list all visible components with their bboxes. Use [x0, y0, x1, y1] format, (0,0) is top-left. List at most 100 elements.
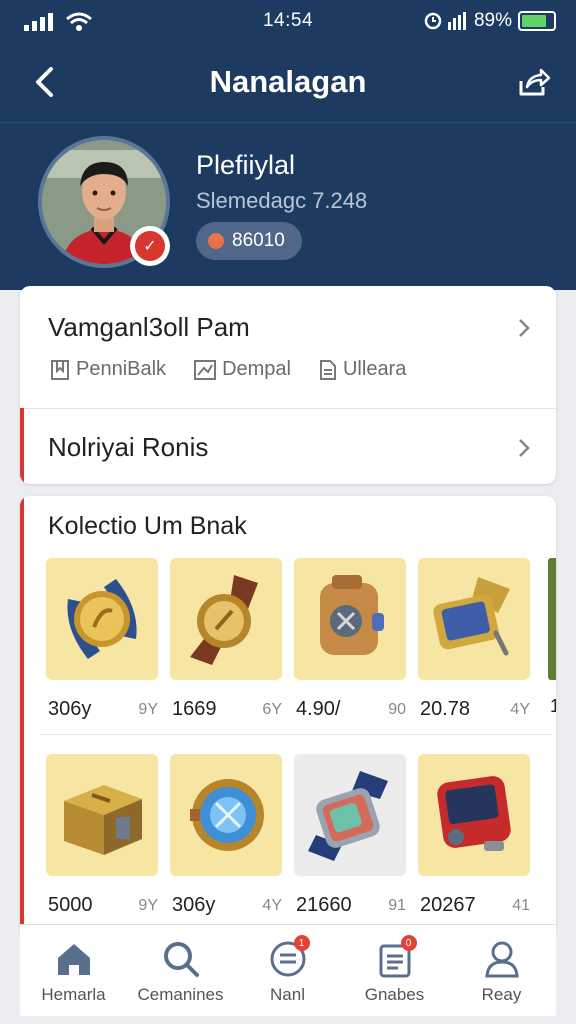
item-thumb — [294, 754, 406, 876]
collection-item[interactable]: 21660 91 — [294, 754, 406, 916]
clipboard-icon: 0 — [375, 935, 417, 979]
notification-badge: 1 — [293, 935, 310, 951]
home-icon — [54, 939, 94, 979]
alarm-icon — [424, 12, 442, 30]
tab-label: Hemarla — [41, 985, 106, 1004]
notification-badge: 0 — [400, 935, 417, 951]
link-label: Dempal — [222, 358, 291, 380]
share-icon — [519, 68, 551, 96]
bronze-device-icon — [320, 575, 384, 655]
coin-value: 86010 — [232, 230, 285, 251]
chevron-right-icon[interactable] — [514, 438, 534, 458]
share-button[interactable] — [514, 62, 554, 102]
item-thumb — [46, 558, 158, 680]
profile-name: Plefiiylal — [196, 150, 296, 180]
tab-label: Cemanines — [137, 985, 224, 1004]
item-price: 20.78 — [420, 698, 471, 720]
item-count: 9Y — [138, 701, 158, 718]
header-divider — [0, 122, 576, 123]
coin-balance[interactable]: 86010 — [196, 222, 302, 260]
tab-profile[interactable]: Reay — [448, 925, 555, 1017]
item-thumb — [170, 754, 282, 876]
accent-bar — [20, 408, 24, 484]
row-divider — [40, 734, 552, 735]
collection-item[interactable]: 4.90/ 90 — [294, 558, 406, 720]
tab-label: Reay — [481, 985, 522, 1004]
gold-watch-icon — [67, 579, 137, 659]
item-count: 4Y — [262, 897, 282, 914]
user-icon — [482, 939, 522, 979]
link-ulleara[interactable]: Ulleara — [319, 358, 406, 381]
search-icon — [161, 939, 201, 979]
blue-dial-watch-icon — [190, 779, 264, 851]
quick-links: PenniBalk Dempal Ulleara — [50, 358, 406, 381]
collection-item[interactable]: 5000 9Y — [46, 754, 158, 916]
chevron-right-icon[interactable] — [514, 318, 534, 338]
gold-chest-icon — [64, 785, 142, 855]
verified-badge: ✓ — [130, 226, 170, 266]
page-title: Nanalagan — [209, 64, 367, 99]
bookmark-icon — [51, 359, 69, 380]
item-thumb — [294, 558, 406, 680]
item-thumb — [46, 754, 158, 876]
collection-card: Kolectio Um Bnak 306y 9Y 1669 6Y 4.90/ 9… — [20, 496, 556, 936]
link-dempal[interactable]: Dempal — [194, 358, 291, 381]
item-thumb — [418, 754, 530, 876]
collection-item[interactable]: 20.78 4Y — [418, 558, 530, 720]
item-count: 6Y — [262, 701, 282, 718]
holo-smartwatch-icon — [308, 771, 388, 861]
row-title[interactable]: Nolriyai Ronis — [48, 432, 208, 463]
battery-percent: 89% — [473, 10, 512, 31]
divider — [20, 408, 556, 409]
link-label: Ulleara — [342, 358, 407, 380]
item-count: 41 — [512, 897, 530, 914]
collection-item[interactable]: 306y 4Y — [170, 754, 282, 916]
collection-title: Kolectio Um Bnak — [48, 512, 247, 540]
item-price: 306y — [48, 698, 92, 720]
accent-bar — [20, 496, 24, 936]
check-icon: ✓ — [135, 231, 165, 261]
section-title[interactable]: Vamganl3oll Pam — [48, 312, 250, 343]
tab-label: Nanl — [270, 985, 305, 1004]
link-pennibalk[interactable]: PenniBalk — [50, 358, 166, 381]
tab-label: Gnabes — [364, 985, 425, 1004]
partial-item-value: 1 — [550, 696, 556, 716]
coin-icon — [208, 233, 224, 249]
red-device-icon — [437, 776, 511, 851]
partial-item-thumb[interactable] — [548, 558, 556, 680]
profile-header: 14:54 89% Nanalagan ✓ Plefiiylal Slemeda… — [0, 0, 576, 290]
tablet-watch-icon — [433, 577, 510, 656]
tab-menu[interactable]: 1 Nanl — [234, 925, 341, 1017]
signal-bars-icon — [447, 12, 466, 30]
item-count: 9Y — [138, 897, 158, 914]
battery-icon — [518, 11, 556, 31]
bottom-tab-bar: Hemarla Cemanines 1 Nanl 0 Gnabes Reay — [20, 924, 556, 1016]
collection-item[interactable]: 20267 41 — [418, 754, 530, 916]
image-edit-icon — [194, 359, 217, 380]
brown-watch-icon — [190, 575, 258, 665]
tab-search[interactable]: Cemanines — [127, 925, 234, 1017]
item-price: 20267 — [420, 894, 476, 916]
status-right: 89% — [424, 10, 556, 32]
item-count: 4Y — [510, 701, 530, 718]
item-price: 4.90/ — [296, 698, 341, 720]
collection-item[interactable]: 306y 9Y — [46, 558, 158, 720]
nav-bar: Nanalagan — [0, 52, 576, 112]
item-thumb — [170, 558, 282, 680]
menu-card: Vamganl3oll Pam PenniBalk Dempal Ulleara… — [20, 286, 556, 484]
tab-clipboard[interactable]: 0 Gnabes — [341, 925, 448, 1017]
status-bar: 14:54 89% — [0, 0, 576, 44]
item-thumb — [418, 558, 530, 680]
item-count: 90 — [388, 701, 406, 718]
document-icon — [319, 359, 336, 380]
item-price: 1669 — [172, 698, 217, 720]
collection-item[interactable]: 1669 6Y — [170, 558, 282, 720]
menu-circle-icon: 1 — [268, 935, 310, 979]
profile-subtitle: Slemedagc 7.248 — [196, 188, 368, 213]
link-label: PenniBalk — [76, 358, 167, 380]
item-price: 5000 — [48, 894, 93, 916]
item-count: 91 — [388, 897, 406, 914]
item-price: 21660 — [296, 894, 352, 916]
item-price: 306y — [172, 894, 216, 916]
tab-home[interactable]: Hemarla — [20, 925, 127, 1017]
